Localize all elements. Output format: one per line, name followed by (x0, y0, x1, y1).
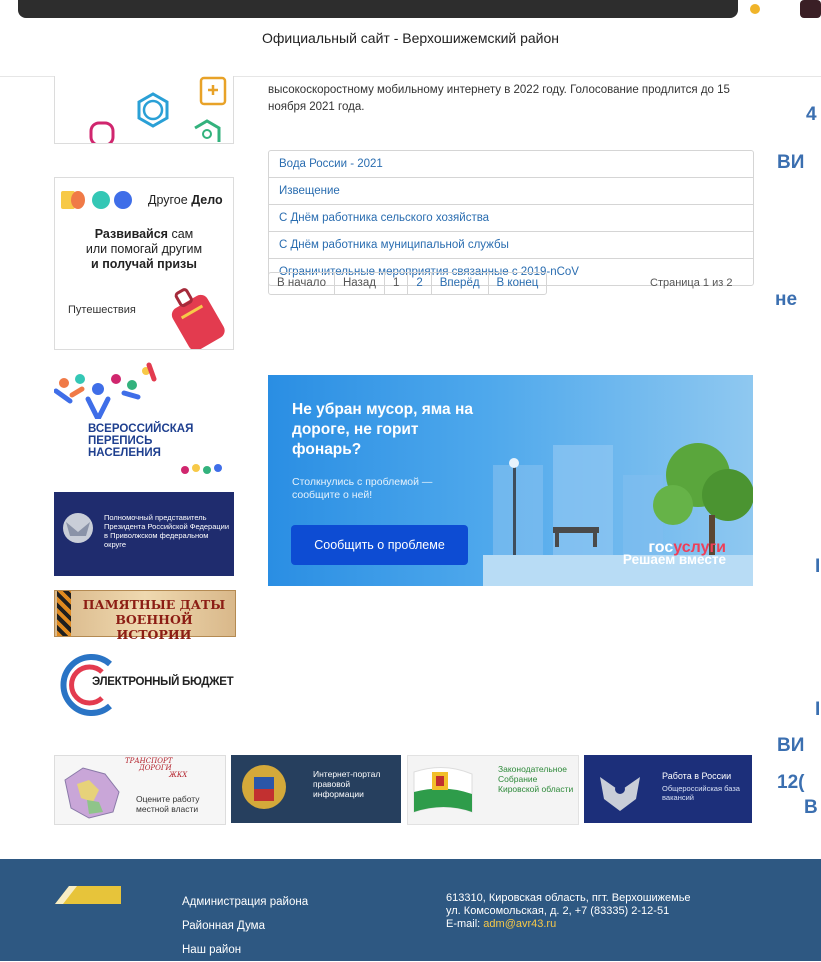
promo-headline: Не убран мусор, яма на дороге, не горит … (292, 401, 473, 458)
page-info: Страница 1 из 2 (650, 277, 733, 289)
services-icons (89, 76, 227, 143)
transport-line3: ЖКХ (169, 771, 188, 779)
list-item[interactable]: Извещение (269, 178, 753, 205)
suitcase-icon (171, 288, 225, 349)
pager-page-2[interactable]: 2 (408, 273, 432, 294)
jobs-banner[interactable]: Работа в России Общероссийская база вака… (584, 755, 752, 823)
drugoe-delo-caption: Путешествия (68, 304, 136, 316)
envoy-text: Полномочный представитель Президента Рос… (104, 513, 230, 549)
site-title: Официальный сайт - Верхошижемский район (261, 30, 560, 46)
pager-page-1[interactable]: 1 (385, 273, 409, 294)
census-dots-icon (181, 464, 222, 474)
news-list: Вода России - 2021 Извещение С Днём рабо… (268, 150, 754, 286)
top-toolbar-strip (18, 0, 738, 18)
census-line2: ПЕРЕПИСЬ (88, 435, 153, 447)
transport-caption2: местной власти (136, 804, 199, 814)
sidebar-dates-banner[interactable]: ПАМЯТНЫЕ ДАТЫ ВОЕННОЙ ИСТОРИИ (54, 590, 236, 642)
pager-last[interactable]: В конец (489, 273, 547, 294)
region-map-icon (64, 767, 120, 819)
footer-email-link[interactable]: adm@avr43.ru (483, 918, 556, 930)
assembly-text: Законодательное Собрание Кировской облас… (498, 764, 574, 794)
right-fragment: ВИ (777, 152, 805, 173)
drugoe-delo-brand-a: Другое (148, 193, 188, 207)
right-fragment: I (815, 556, 821, 577)
right-fragment: ВИ (777, 735, 805, 756)
census-people-icon (54, 362, 157, 419)
dates-text: ПАМЯТНЫЕ ДАТЫ ВОЕННОЙ ИСТОРИИ (82, 597, 226, 642)
ribbon-icon (57, 591, 71, 636)
right-fragment: 12( (777, 772, 805, 793)
sidebar-drugoe-delo-banner[interactable]: Другое Дело Развивайся сам или помогай д… (54, 177, 234, 350)
sidebar-budget-banner[interactable]: ЭЛЕКТРОННЫЙ БЮДЖЕТ (54, 648, 234, 722)
eagle-icon (600, 777, 640, 811)
pager-first[interactable]: В начало (269, 273, 335, 294)
pager-prev[interactable]: Назад (335, 273, 385, 294)
transport-caption1: Оцените работу (136, 794, 200, 804)
emblem-icon (242, 765, 286, 809)
assembly-banner[interactable]: Законодательное Собрание Кировской облас… (407, 755, 579, 825)
drugoe-delo-line3: и получай призы (91, 257, 197, 271)
sidebar-envoy-banner[interactable]: Полномочный представитель Президента Рос… (54, 492, 234, 576)
footer-email-label: E-mail: (446, 918, 481, 930)
gosuslugi-promo-banner[interactable]: Не убран мусор, яма на дороге, не горит … (268, 375, 753, 586)
right-fragment: В (804, 797, 818, 818)
right-fragment: I (815, 699, 821, 720)
footer-link-duma[interactable]: Районная Дума (182, 914, 308, 938)
right-fragment: 4 (806, 104, 817, 125)
news-text: высокоскоростному мобильному интернету в… (268, 84, 730, 113)
drugoe-delo-line2: или помогай другим (85, 242, 203, 256)
census-line1: ВСЕРОССИЙСКАЯ (88, 423, 194, 435)
profile-icon[interactable] (800, 0, 821, 18)
transport-banner[interactable]: ТРАНСПОРТ ДОРОГИ ЖКХ Оцените работу мест… (54, 755, 226, 825)
pagination: В начало Назад 1 2 Вперёд В конец (268, 272, 548, 295)
list-item[interactable]: Вода России - 2021 (269, 151, 753, 178)
footer: Администрация района Районная Дума Наш р… (0, 859, 821, 961)
drugoe-delo-logo-icon (61, 191, 132, 209)
drugoe-delo-line1-rest: сам (167, 227, 194, 241)
legal-portal-banner[interactable]: Интернет-портал правовой информации (231, 755, 401, 823)
footer-address-line1: 613310, Кировская область, пгт. Верхошиж… (446, 892, 691, 904)
list-item[interactable]: С Днём работника сельского хозяйства (269, 205, 753, 232)
promo-slogan: Решаем вместе (622, 552, 726, 567)
census-line3: НАСЕЛЕНИЯ (88, 447, 161, 459)
kirov-flag-icon (413, 767, 473, 813)
report-problem-button[interactable]: Сообщить о проблеме (291, 525, 468, 565)
coat-of-arms-icon (63, 513, 93, 543)
footer-address-line2: ул. Комсомольская, д. 2, +7 (83335) 2-12… (446, 905, 670, 917)
promo-subtext: Столкнулись с проблемой — сообщите о ней… (292, 476, 433, 501)
right-fragment: не (775, 289, 798, 310)
pager-next[interactable]: Вперёд (432, 273, 489, 294)
footer-logo-icon[interactable] (55, 886, 121, 904)
jobs-title: Работа в России (662, 771, 732, 781)
sidebar-census-banner[interactable]: ВСЕРОССИЙСКАЯ ПЕРЕПИСЬ НАСЕЛЕНИЯ (54, 361, 234, 479)
portal-text: Интернет-портал правовой информации (313, 769, 381, 799)
drugoe-delo-brand-b: Дело (191, 193, 223, 207)
footer-link-our-district[interactable]: Наш район (182, 938, 308, 962)
list-item[interactable]: С Днём работника муниципальной службы (269, 232, 753, 259)
sidebar-services-banner[interactable] (54, 76, 234, 144)
notification-dot-icon (750, 4, 760, 14)
jobs-subtitle: Общероссийская база вакансий (662, 784, 740, 802)
budget-text: ЭЛЕКТРОННЫЙ БЮДЖЕТ (92, 676, 234, 688)
drugoe-delo-line1-bold: Развивайся (94, 227, 168, 241)
footer-link-administration[interactable]: Администрация района (182, 890, 308, 914)
